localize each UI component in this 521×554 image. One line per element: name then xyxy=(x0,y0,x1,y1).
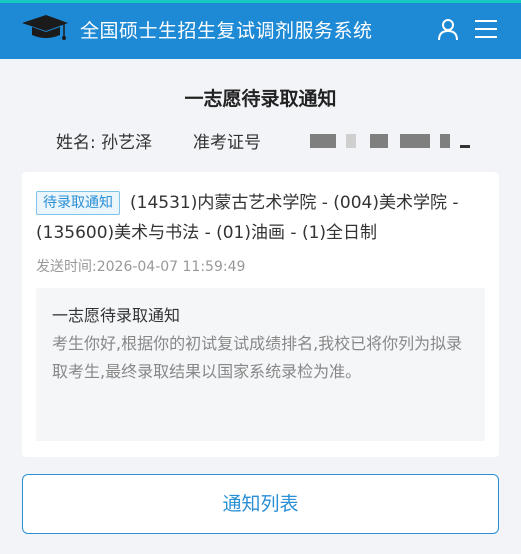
notice-list-button[interactable]: 通知列表 xyxy=(22,474,499,534)
exam-id-redacted xyxy=(370,134,388,148)
top-bar: 全国硕士生招生复试调剂服务系统 xyxy=(0,0,521,59)
exam-id-redacted xyxy=(460,145,470,148)
exam-id-label: 准考证号 xyxy=(192,133,261,153)
notice-card[interactable]: 待录取通知 (14531)内蒙古艺术学院 - (004)美术学院 - (13560… xyxy=(22,172,499,457)
user-icon[interactable] xyxy=(436,17,460,41)
graduation-cap-icon xyxy=(22,15,68,40)
send-time: 发送时间:2026-04-07 11:59:49 xyxy=(36,259,246,275)
message-body: 考生你好,根据你的初试复试成绩排名,我校已将你列为拟录取考生,最终录取结果以国家… xyxy=(52,334,463,381)
message-box: 一志愿待录取通知 考生你好,根据你的初试复试成绩排名,我校已将你列为拟录取考生,… xyxy=(36,288,485,441)
exam-id-redacted xyxy=(346,134,356,148)
top-accent-line xyxy=(0,0,521,3)
name-value: 孙艺泽 xyxy=(101,133,153,153)
page-title: 一志愿待录取通知 xyxy=(184,88,337,110)
notice-header: 待录取通知 (14531)内蒙古艺术学院 - (004)美术学院 - (13560… xyxy=(36,188,486,248)
exam-id-redacted xyxy=(310,134,336,148)
candidate-info: 姓名: 孙艺泽 准考证号 xyxy=(56,128,261,153)
exam-id-redacted xyxy=(400,134,430,148)
exam-id-redacted xyxy=(440,134,450,148)
hamburger-menu-icon[interactable] xyxy=(474,18,498,40)
app-title: 全国硕士生招生复试调剂服务系统 xyxy=(80,20,373,42)
status-badge: 待录取通知 xyxy=(36,191,120,215)
name-label: 姓名: xyxy=(56,133,96,153)
message-title: 一志愿待录取通知 xyxy=(52,306,181,325)
